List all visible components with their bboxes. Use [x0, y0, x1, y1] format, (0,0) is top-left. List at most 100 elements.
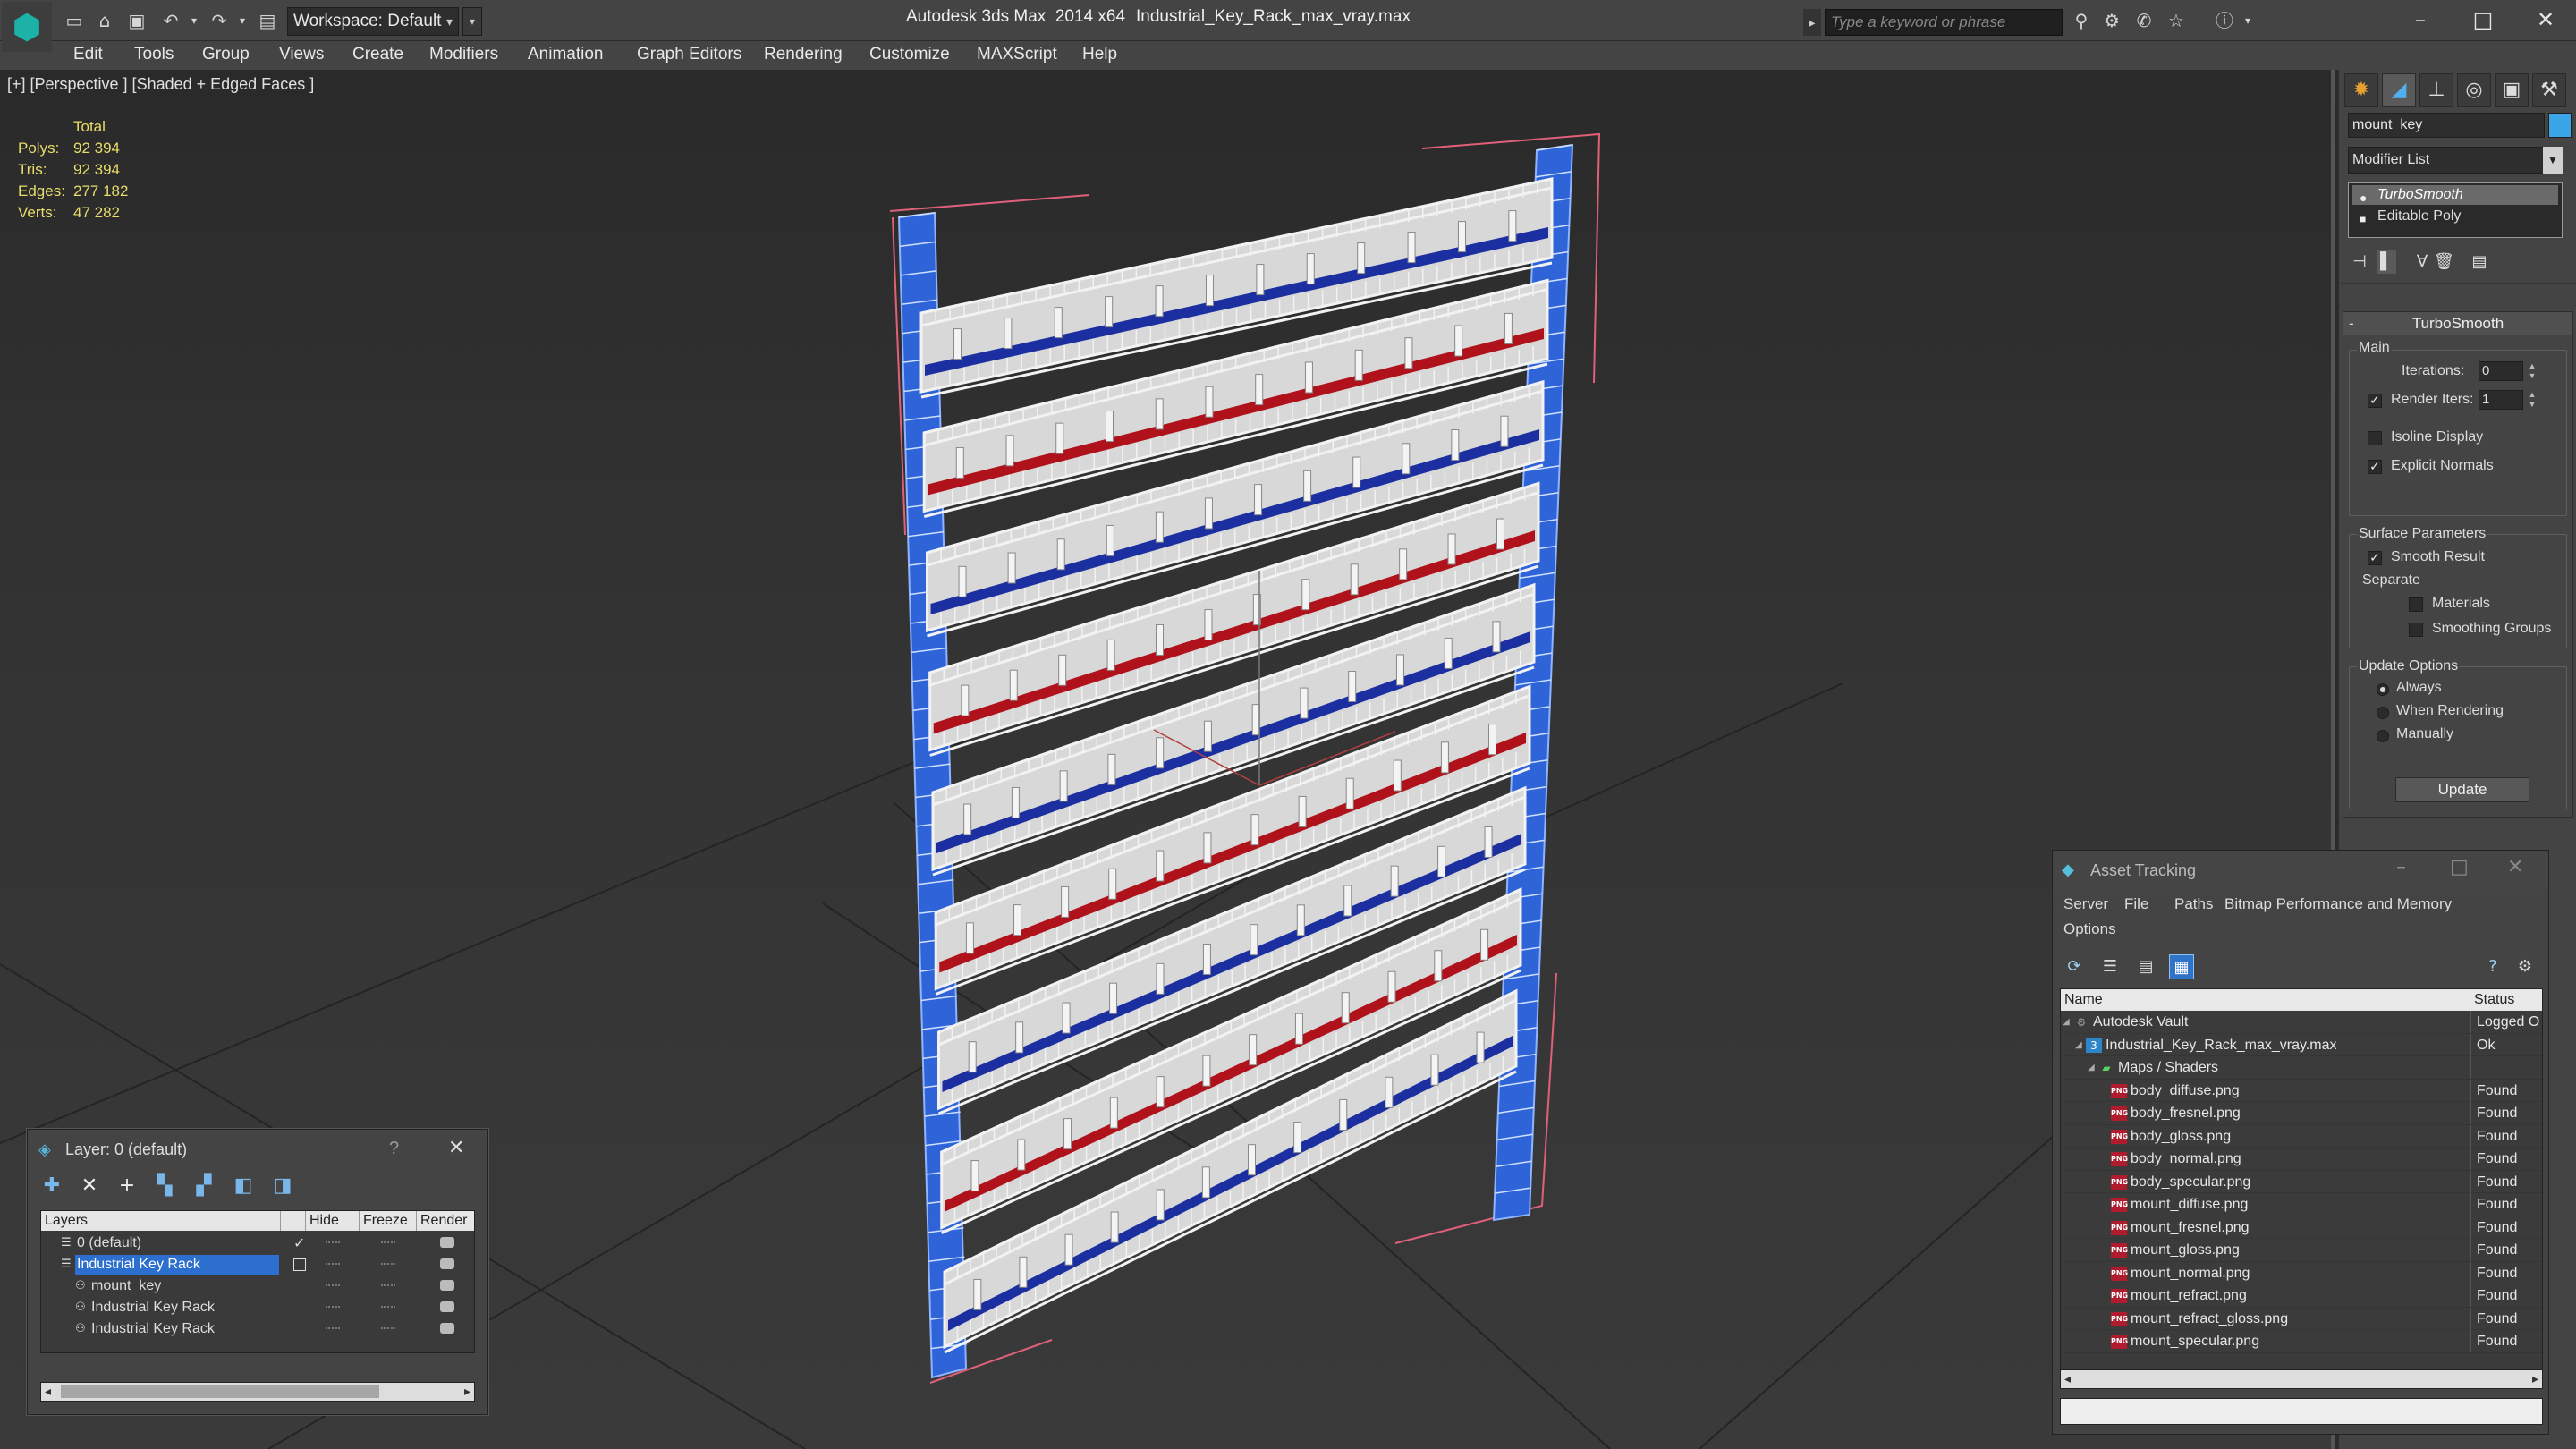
asset-row[interactable]: PNG mount_normal.png Found — [2061, 1261, 2542, 1284]
rollout-header[interactable]: - TurboSmooth — [2343, 312, 2572, 335]
modifier-list-dropdown[interactable]: Modifier List — [2348, 147, 2563, 174]
scroll-right-icon[interactable]: ▸ — [2532, 1370, 2538, 1388]
thumbnail-view-icon[interactable]: ▤ — [2133, 954, 2158, 979]
expand-plus-icon[interactable]: ■ — [2360, 209, 2366, 229]
hide-toggle[interactable] — [326, 1284, 340, 1286]
layer-name[interactable]: Industrial Key Rack — [75, 1255, 279, 1275]
menu-group[interactable]: Group — [202, 45, 250, 64]
object-name-field[interactable]: mount_key — [2348, 113, 2545, 138]
select-objects-icon[interactable]: ▚ — [153, 1174, 176, 1198]
help-dropdown-icon[interactable]: ▾ — [2238, 11, 2258, 30]
update-button[interactable]: Update — [2395, 777, 2529, 802]
undo-icon[interactable]: ↶ — [161, 11, 181, 30]
show-end-result-icon[interactable]: ▌ — [2377, 250, 2396, 274]
column-header-render[interactable]: Render — [417, 1211, 474, 1231]
close-icon[interactable]: ✕ — [2507, 856, 2523, 878]
column-header-hide[interactable]: Hide — [306, 1211, 360, 1231]
layer-row[interactable]: ☰ Industrial Key Rack — [41, 1254, 474, 1275]
asset-menu-options[interactable]: Options — [2063, 920, 2116, 938]
maximize-icon[interactable]: □ — [2450, 856, 2469, 878]
key-rack-model[interactable] — [889, 132, 1601, 1384]
menu-graph-editors[interactable]: Graph Editors — [637, 45, 741, 64]
asset-row[interactable]: ◢ ⚙ Autodesk Vault Logged O — [2061, 1011, 2542, 1034]
close-icon[interactable]: ✕ — [448, 1137, 464, 1159]
layer-name[interactable]: Industrial Key Rack — [89, 1319, 215, 1339]
freeze-toggle[interactable] — [381, 1263, 395, 1265]
new-file-icon[interactable]: ▭ — [64, 11, 84, 30]
asset-row[interactable]: PNG mount_refract.png Found — [2061, 1284, 2542, 1308]
column-header-name[interactable]: Name — [2061, 989, 2470, 1011]
redo-icon[interactable]: ↷ — [209, 11, 229, 30]
scroll-left-icon[interactable]: ◂ — [45, 1383, 51, 1401]
menu-maxscript[interactable]: MAXScript — [977, 45, 1057, 64]
project-folder-icon[interactable]: ▤ — [258, 11, 277, 30]
create-tab-icon[interactable]: ✹ — [2344, 73, 2378, 107]
menu-rendering[interactable]: Rendering — [764, 45, 843, 64]
tree-expand-icon[interactable]: ◢ — [2075, 1034, 2082, 1056]
freeze-toggle[interactable] — [381, 1306, 395, 1308]
layer-name[interactable]: Industrial Key Rack — [89, 1298, 215, 1318]
current-layer-toggle[interactable] — [293, 1258, 306, 1271]
utilities-tab-icon[interactable]: ⚒ — [2532, 73, 2566, 107]
asset-menu-paths[interactable]: Paths — [2174, 895, 2213, 913]
refresh-icon[interactable]: ⟳ — [2062, 954, 2087, 979]
tree-expand-icon[interactable]: ◢ — [2088, 1056, 2095, 1079]
list-view-icon[interactable]: ☰ — [2097, 954, 2123, 979]
select-layer-icon[interactable]: ▞ — [192, 1174, 216, 1198]
stack-item-editable-poly[interactable]: ■ Editable Poly — [2352, 207, 2558, 226]
quick-access-customize-button[interactable]: ▾ — [462, 7, 482, 36]
help-icon[interactable]: ⓘ — [2215, 11, 2234, 30]
hide-toggle[interactable] — [326, 1306, 340, 1308]
spinner-arrows-icon[interactable]: ▲ ▼ — [2525, 390, 2539, 410]
render-teapot-icon[interactable] — [440, 1258, 454, 1269]
render-teapot-icon[interactable] — [440, 1323, 454, 1334]
hide-toggle[interactable] — [326, 1263, 340, 1265]
hide-toggle[interactable] — [326, 1327, 340, 1329]
asset-menu-file[interactable]: File — [2124, 895, 2148, 913]
configure-modifier-sets-icon[interactable]: ▤ — [2470, 250, 2489, 274]
viewport-label[interactable]: [+] [Perspective ] [Shaded + Edged Faces… — [7, 75, 314, 94]
column-header-status[interactable]: Status — [2470, 989, 2542, 1011]
redo-dropdown-icon[interactable]: ▾ — [233, 11, 252, 30]
asset-row[interactable]: PNG mount_specular.png Found — [2061, 1330, 2542, 1353]
delete-layer-icon[interactable]: ✕ — [78, 1174, 101, 1198]
layer-row[interactable]: ☰ 0 (default) ✓ — [41, 1233, 474, 1254]
asset-row[interactable]: PNG body_gloss.png Found — [2061, 1124, 2542, 1148]
horizontal-scrollbar[interactable]: ◂ ▸ — [2060, 1369, 2543, 1389]
menu-animation[interactable]: Animation — [528, 45, 604, 64]
scroll-left-icon[interactable]: ◂ — [2064, 1370, 2071, 1388]
scrollbar-thumb[interactable] — [61, 1385, 379, 1398]
hide-toggle[interactable] — [326, 1241, 340, 1243]
explicit-normals-checkbox[interactable]: ✓ — [2368, 460, 2382, 474]
iterations-spinner[interactable]: 0 — [2479, 361, 2523, 381]
layer-row[interactable]: ⚇ Industrial Key Rack — [41, 1318, 474, 1340]
render-iters-spinner[interactable]: 1 — [2479, 390, 2523, 410]
asset-row[interactable]: PNG mount_fresnel.png Found — [2061, 1216, 2542, 1239]
asset-row[interactable]: PNG mount_diffuse.png Found — [2061, 1193, 2542, 1216]
settings-icon[interactable]: ⚙ — [2512, 954, 2538, 979]
motion-tab-icon[interactable]: ◎ — [2457, 73, 2491, 107]
smoothing-groups-checkbox[interactable] — [2409, 623, 2423, 637]
menu-tools[interactable]: Tools — [134, 45, 174, 64]
asset-row[interactable]: PNG body_fresnel.png Found — [2061, 1102, 2542, 1125]
freeze-toggle[interactable] — [381, 1241, 395, 1243]
manually-radio[interactable] — [2377, 730, 2389, 742]
favorites-star-icon[interactable]: ☆ — [2166, 11, 2186, 30]
table-view-icon[interactable]: ▦ — [2169, 954, 2194, 979]
chevron-down-icon[interactable]: ▼ — [2543, 147, 2563, 174]
app-menu-button[interactable]: ⬢ — [2, 2, 52, 52]
materials-checkbox[interactable] — [2409, 597, 2423, 612]
tree-expand-icon[interactable]: ◢ — [2063, 1011, 2070, 1033]
search-input[interactable]: Type a keyword or phrase — [1825, 9, 2063, 36]
layer-row[interactable]: ⚇ Industrial Key Rack — [41, 1297, 474, 1318]
subscription-icon[interactable]: ⚙ — [2102, 11, 2122, 30]
workspace-dropdown[interactable]: Workspace: Default ▾ — [287, 7, 459, 36]
render-teapot-icon[interactable] — [440, 1301, 454, 1312]
isoline-display-checkbox[interactable] — [2368, 431, 2382, 445]
add-to-layer-icon[interactable]: + — [115, 1174, 139, 1198]
asset-menu-bitmap-performance[interactable]: Bitmap Performance and Memory — [2224, 895, 2452, 913]
make-unique-icon[interactable]: ∀ — [2412, 250, 2432, 274]
smooth-result-checkbox[interactable]: ✓ — [2368, 551, 2382, 565]
layer-name[interactable]: mount_key — [89, 1276, 161, 1296]
asset-row[interactable]: ◢ 3 Industrial_Key_Rack_max_vray.max Ok — [2061, 1033, 2542, 1056]
